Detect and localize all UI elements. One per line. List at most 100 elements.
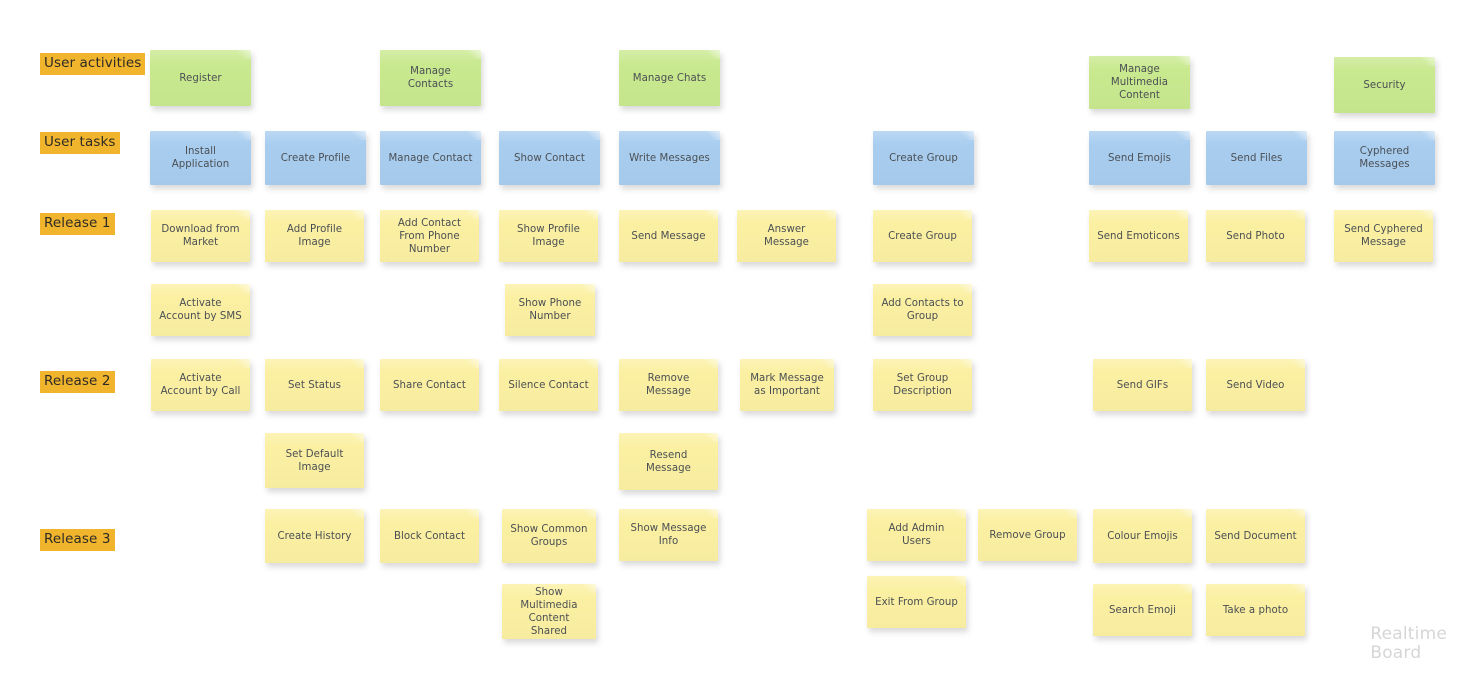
sticky-note[interactable]: Create History [265, 509, 364, 563]
sticky-note[interactable]: Mark Message as Important [740, 359, 834, 411]
sticky-note[interactable]: Activate Account by SMS [151, 284, 250, 336]
sticky-note[interactable]: Send Files [1206, 131, 1307, 185]
sticky-note-label: Show Multimedia Content Shared [520, 586, 578, 637]
sticky-note-label: Colour Emojis [1107, 530, 1178, 542]
sticky-note-label: Add Admin Users [888, 523, 945, 547]
sticky-note[interactable]: Show Profile Image [499, 210, 598, 262]
sticky-note-label: Write Messages [629, 152, 710, 164]
row-label: User tasks [40, 132, 120, 154]
sticky-note-label: Add Contacts to Group [881, 298, 964, 322]
sticky-note-label: Manage Chats [632, 72, 707, 84]
sticky-note-label: Remove Group [989, 529, 1066, 541]
sticky-note[interactable]: Set Group Description [873, 359, 972, 411]
sticky-note-label: Mark Message as Important [750, 373, 824, 397]
sticky-note-label: Silence Contact [508, 379, 589, 391]
sticky-note[interactable]: Create Profile [265, 131, 366, 185]
sticky-note-label: Search Emoji [1108, 604, 1177, 616]
sticky-note-label: Show Phone Number [518, 298, 582, 322]
sticky-note-label: Set Default Image [285, 448, 344, 473]
sticky-note-label: Set Status [288, 379, 341, 391]
sticky-note[interactable]: Show Message Info [619, 509, 718, 561]
sticky-note[interactable]: Remove Message [619, 359, 718, 411]
sticky-note-label: Send Files [1230, 152, 1283, 164]
sticky-note[interactable]: Write Messages [619, 131, 720, 185]
sticky-note[interactable]: Send Video [1206, 359, 1305, 411]
sticky-note[interactable]: Send Emojis [1089, 131, 1190, 185]
row-label: Release 2 [40, 371, 115, 393]
sticky-note[interactable]: Manage Chats [619, 50, 720, 106]
sticky-note[interactable]: Answer Message [737, 210, 836, 262]
sticky-note[interactable]: Add Contact From Phone Number [380, 210, 479, 262]
sticky-note-label: Activate Account by SMS [159, 298, 242, 322]
sticky-note-label: Remove Message [646, 373, 691, 397]
sticky-note-label: Manage Contact [388, 152, 473, 164]
story-map-board: User activities User tasks Release 1 Releas… [0, 0, 1463, 683]
sticky-note-label: Send Document [1214, 530, 1297, 542]
sticky-note-label: Take a photo [1222, 604, 1289, 616]
sticky-note-label: Install Application [171, 146, 230, 170]
sticky-note[interactable]: Show Common Groups [502, 509, 596, 563]
sticky-note-label: Add Profile Image [286, 224, 343, 248]
sticky-note-label: Show Message Info [630, 523, 707, 547]
sticky-note-label: Activate Account by Call [160, 373, 241, 397]
sticky-note[interactable]: Colour Emojis [1093, 509, 1192, 563]
sticky-note-label: Exit From Group [875, 596, 958, 608]
sticky-note[interactable]: Resend Message [619, 433, 718, 490]
sticky-note[interactable]: Register [150, 50, 251, 106]
sticky-note[interactable]: Share Contact [380, 359, 479, 411]
sticky-note[interactable]: Cyphered Messages [1334, 131, 1435, 185]
sticky-note-label: Set Group Description [893, 373, 952, 397]
sticky-note-label: Show Common Groups [510, 524, 588, 548]
sticky-note[interactable]: Security [1334, 57, 1435, 113]
sticky-note[interactable]: Create Group [873, 210, 972, 262]
sticky-note[interactable]: Take a photo [1206, 584, 1305, 636]
sticky-note-label: Security [1363, 79, 1406, 91]
sticky-note-label: Send Emoticons [1097, 230, 1180, 242]
sticky-note[interactable]: Remove Group [978, 509, 1077, 561]
sticky-note-label: Send Cyphered Message [1344, 224, 1423, 248]
sticky-note-label: Manage Multimedia Content [1110, 64, 1169, 101]
sticky-note[interactable]: Download from Market [151, 210, 250, 262]
sticky-note[interactable]: Exit From Group [867, 576, 966, 628]
sticky-note-label: Create History [277, 530, 352, 542]
sticky-note[interactable]: Manage Contact [380, 131, 481, 185]
sticky-note[interactable]: Show Phone Number [505, 284, 595, 336]
sticky-note[interactable]: Send Message [619, 210, 718, 262]
sticky-note-label: Show Profile Image [516, 224, 580, 248]
sticky-note[interactable]: Search Emoji [1093, 584, 1192, 636]
sticky-note-label: Block Contact [393, 530, 466, 542]
sticky-note[interactable]: Set Default Image [265, 433, 364, 488]
sticky-note-label: Show Contact [514, 152, 585, 164]
sticky-note-label: Register [179, 72, 222, 84]
sticky-note[interactable]: Show Contact [499, 131, 600, 185]
sticky-note[interactable]: Show Multimedia Content Shared [502, 584, 596, 639]
sticky-note-label: Create Group [888, 230, 957, 242]
sticky-note[interactable]: Activate Account by Call [151, 359, 250, 411]
sticky-note[interactable]: Send Emoticons [1089, 210, 1188, 262]
sticky-note[interactable]: Silence Contact [499, 359, 598, 411]
sticky-note[interactable]: Add Profile Image [265, 210, 364, 262]
sticky-note-label: Send Photo [1226, 230, 1285, 242]
watermark-line-1: Realtime [1370, 624, 1447, 644]
sticky-note[interactable]: Add Contacts to Group [873, 284, 972, 336]
sticky-note[interactable]: Create Group [873, 131, 974, 185]
sticky-note[interactable]: Send Document [1206, 509, 1305, 563]
sticky-note[interactable]: Block Contact [380, 509, 479, 563]
sticky-note[interactable]: Manage Contacts [380, 50, 481, 106]
sticky-note[interactable]: Send GIFs [1093, 359, 1192, 411]
sticky-note-label: Manage Contacts [407, 66, 454, 90]
sticky-note-label: Answer Message [764, 224, 809, 248]
sticky-note[interactable]: Manage Multimedia Content [1089, 56, 1190, 109]
sticky-note-label: Send Video [1226, 379, 1285, 391]
watermark-line-2: Board [1370, 643, 1422, 663]
sticky-note[interactable]: Send Photo [1206, 210, 1305, 262]
sticky-note-label: Send Message [631, 230, 706, 242]
sticky-note-label: Create Group [889, 152, 958, 164]
sticky-note[interactable]: Send Cyphered Message [1334, 210, 1433, 262]
sticky-note[interactable]: Set Status [265, 359, 364, 411]
sticky-note-label: Resend Message [646, 449, 691, 474]
sticky-note-label: Send GIFs [1116, 379, 1169, 391]
sticky-note-label: Add Contact From Phone Number [397, 217, 462, 255]
sticky-note[interactable]: Install Application [150, 131, 251, 185]
sticky-note[interactable]: Add Admin Users [867, 509, 966, 561]
